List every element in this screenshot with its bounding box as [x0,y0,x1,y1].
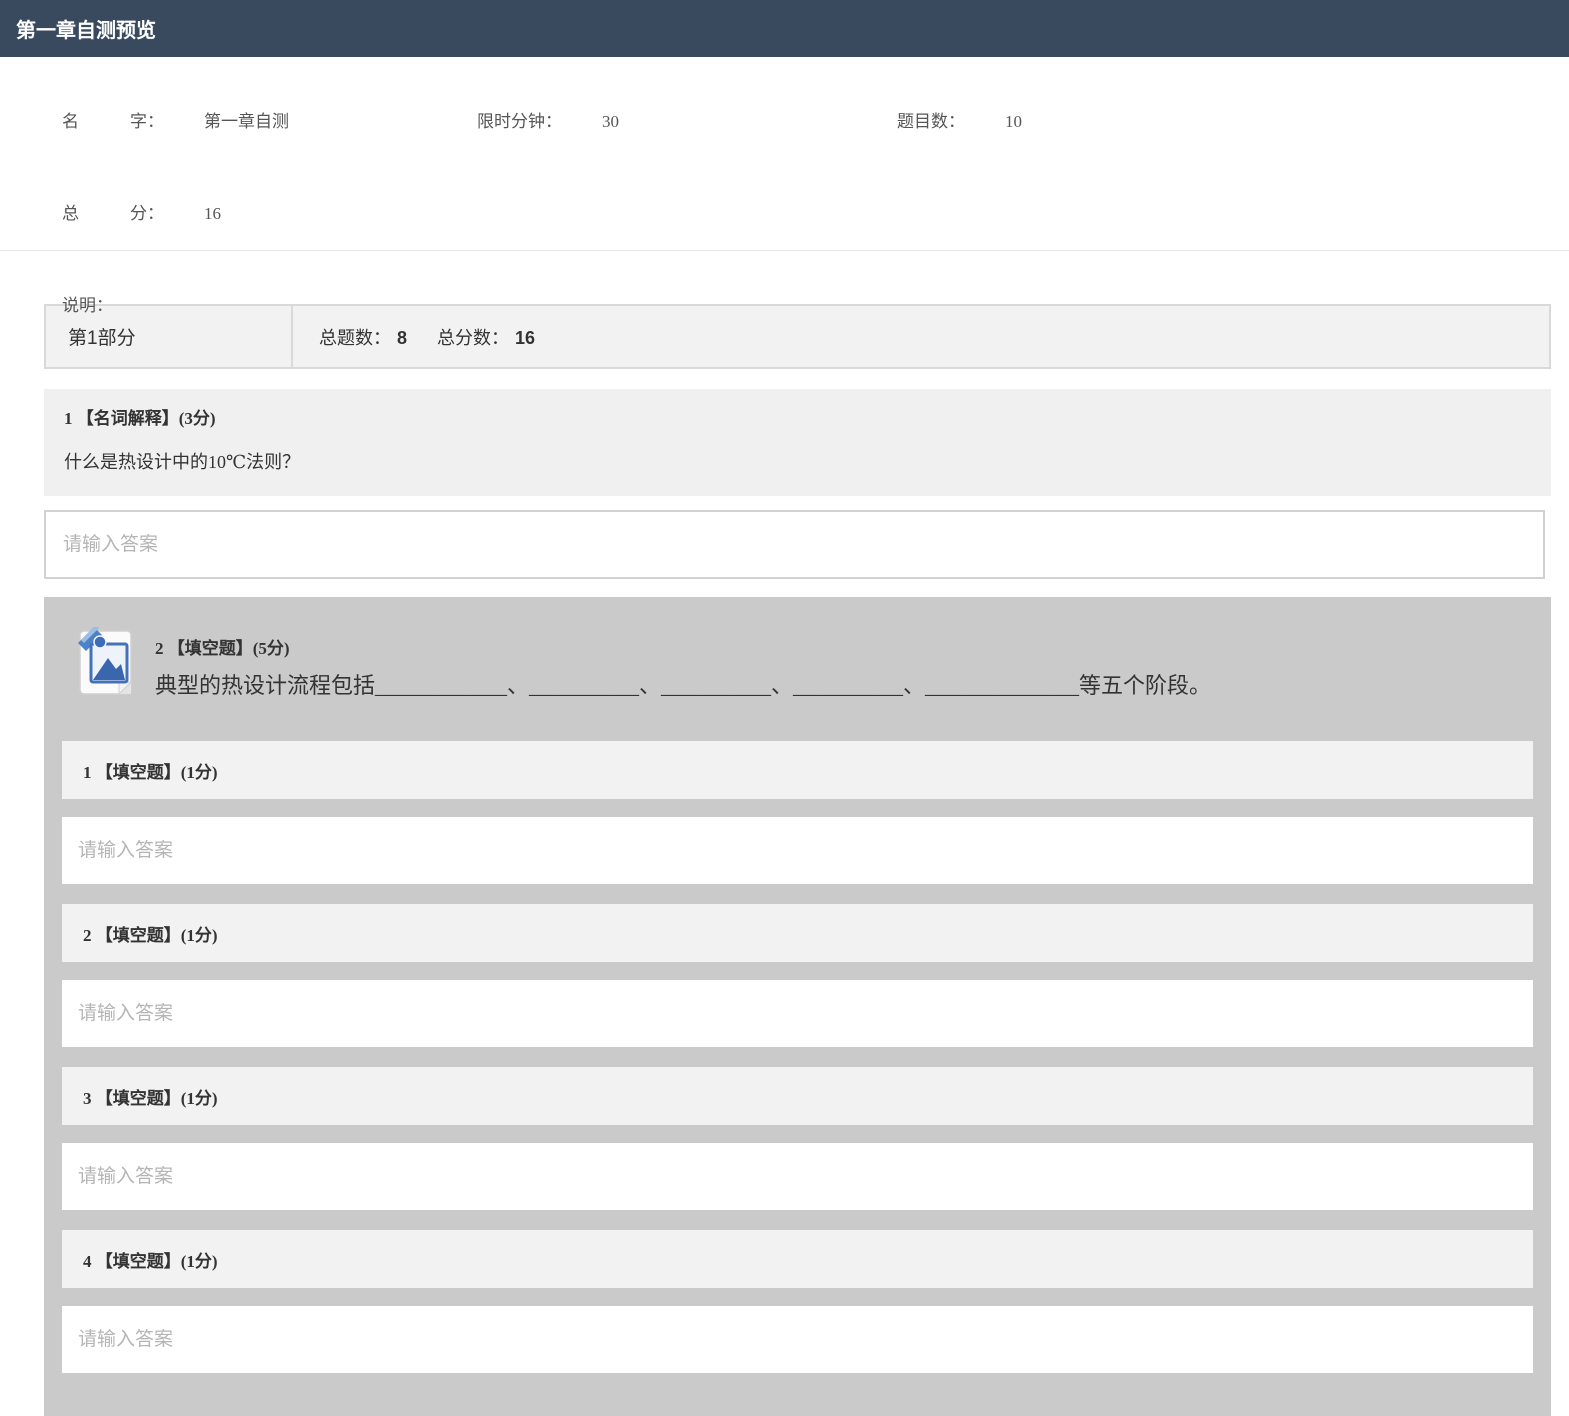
total-questions-label: 总题数： [319,328,391,348]
total-points-stat: 总分数： 16 [437,324,535,350]
part-stats: 总题数： 8 总分数： 16 [293,306,535,367]
sub-question-1: 1 【填空题】(1分) [62,741,1533,884]
question-2-title: 2 【填空题】(5分) [62,627,1533,659]
time-limit-value: 30 [602,112,619,131]
question-2-block: 2 【填空题】(5分) 典型的热设计流程包括____________、_____… [44,597,1551,1416]
total-questions-stat: 总题数： 8 [319,324,407,350]
sub-question-4-answer-input[interactable] [62,1306,1533,1373]
sub-question-1-title: 1 【填空题】(1分) [62,741,1533,799]
part-title: 第1部分 [46,306,293,367]
page-header: 第一章自测预览 [0,0,1569,57]
question-2-text: 典型的热设计流程包括____________、__________、______… [88,663,1533,708]
sub-question-3-title: 3 【填空题】(1分) [62,1067,1533,1125]
total-points-value: 16 [515,328,535,348]
sub-question-2: 2 【填空题】(1分) [62,904,1533,1047]
total-score-label: 总 分： [62,204,164,223]
question-1-answer-input[interactable] [44,510,1545,579]
question-count-field: 题目数： 10 [880,87,1549,152]
total-score-value: 16 [204,204,221,223]
sub-question-4: 4 【填空题】(1分) [62,1230,1533,1373]
sub-question-4-title: 4 【填空题】(1分) [62,1230,1533,1288]
question-count-value: 10 [1005,112,1022,131]
question-1-block: 1 【名词解释】(3分) 什么是热设计中的10℃法则？ [44,389,1551,496]
sub-question-3: 3 【填空题】(1分) [62,1067,1533,1210]
time-limit-label: 限时分钟： [477,112,562,131]
total-questions-value: 8 [397,328,407,348]
quiz-info-panel: 名 字：第一章自测 限时分钟：30 题目数：10 总 分：16 说明： [0,57,1569,251]
quiz-name-field: 名 字： 第一章自测 [45,87,460,152]
question-1-text: 什么是热设计中的10℃法则？ [64,448,1531,474]
image-attachment-icon [78,627,135,697]
total-points-label: 总分数： [437,328,509,348]
quiz-name-label: 名 字： [62,112,164,131]
sub-question-3-answer-input[interactable] [62,1143,1533,1210]
question-count-label: 题目数： [897,112,965,131]
sub-question-2-answer-input[interactable] [62,980,1533,1047]
question-2-intro: 2 【填空题】(5分) 典型的热设计流程包括____________、_____… [62,627,1533,708]
question-1-title: 1 【名词解释】(3分) [64,404,1531,429]
time-limit-field: 限时分钟： 30 [460,87,880,152]
quiz-name-value: 第一章自测 [204,112,289,131]
page-title: 第一章自测预览 [16,14,156,43]
sub-question-1-answer-input[interactable] [62,817,1533,884]
sub-question-2-title: 2 【填空题】(1分) [62,904,1533,962]
total-score-field: 总 分： 16 [45,179,1549,244]
